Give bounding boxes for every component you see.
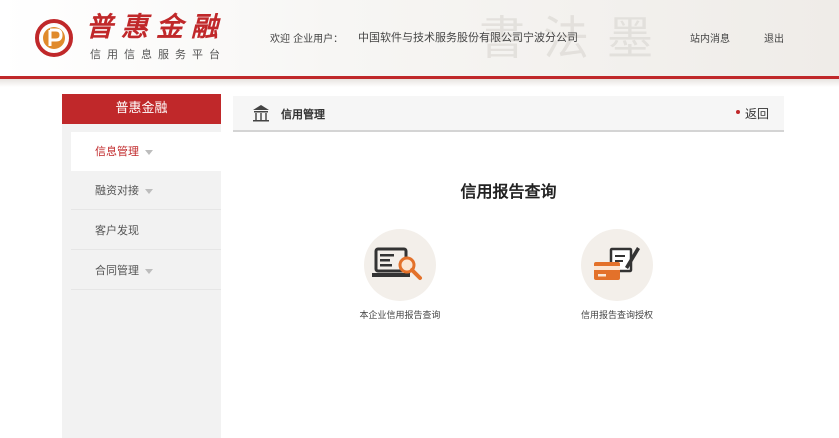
sidebar-item-label: 客户发现 (95, 224, 139, 237)
sidebar-item-info-management[interactable]: 信息管理 (71, 132, 221, 171)
chevron-down-icon (145, 149, 153, 155)
sidebar: 普惠金融 信息管理 融资对接 客户发现 合同管理 (62, 94, 221, 438)
logo-subtitle: 信用信息服务平台 (90, 48, 226, 61)
logo-icon (35, 19, 73, 57)
header-shadow (0, 79, 839, 87)
sidebar-title: 普惠金融 (62, 94, 221, 124)
logout-link[interactable]: 退出 (764, 30, 784, 45)
chevron-down-icon (145, 268, 153, 274)
building-icon (253, 105, 269, 122)
messages-link[interactable]: 站内消息 (690, 30, 730, 45)
company-name: 中国软件与技术服务股份有限公司宁波分公司 (358, 31, 578, 44)
sidebar-item-customer-discovery[interactable]: 客户发现 (71, 211, 221, 250)
chevron-down-icon (145, 188, 153, 194)
authorization-tile[interactable] (581, 229, 653, 301)
own-report-tile[interactable] (364, 229, 436, 301)
sidebar-item-contract-management[interactable]: 合同管理 (71, 251, 221, 290)
authorization-label[interactable]: 信用报告查询授权 (537, 308, 697, 321)
back-link[interactable]: 返回 (745, 105, 769, 122)
logo-title: 普惠金融 (86, 12, 226, 43)
computer-search-icon (372, 247, 422, 280)
breadcrumb: 信用管理 返回 (233, 96, 784, 132)
welcome-label: 欢迎 企业用户： (270, 34, 344, 45)
sidebar-item-label: 合同管理 (95, 264, 139, 277)
card-sign-icon (594, 247, 640, 280)
sidebar-item-label: 信息管理 (95, 145, 139, 158)
breadcrumb-title: 信用管理 (281, 108, 325, 121)
sidebar-item-label: 融资对接 (95, 184, 139, 197)
page-title: 信用报告查询 (460, 182, 557, 201)
sidebar-item-financing[interactable]: 融资对接 (71, 171, 221, 210)
top-header: 書法墨 普惠金融 信用信息服务平台 欢迎 企业用户： 中国软件与技术服务股份有限… (0, 0, 839, 78)
own-report-label[interactable]: 本企业信用报告查询 (320, 308, 480, 321)
bullet-dot (736, 110, 740, 114)
